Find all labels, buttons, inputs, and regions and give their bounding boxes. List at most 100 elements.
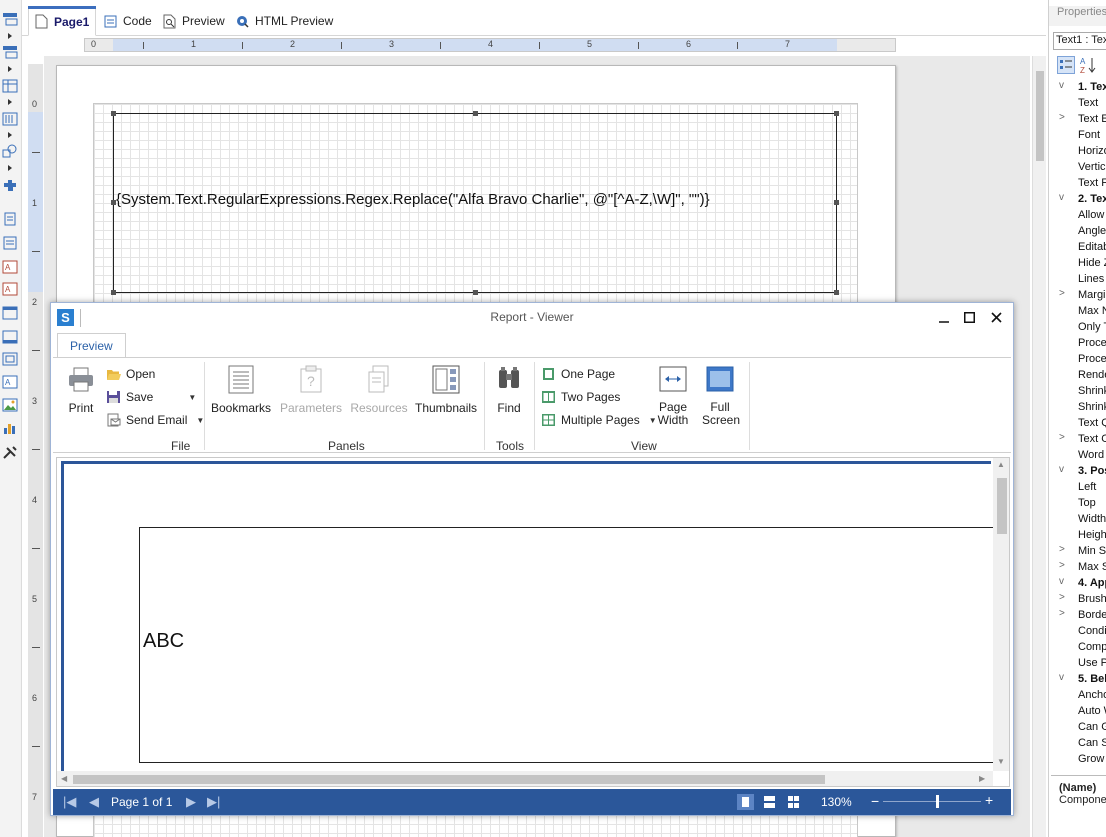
expand-icon[interactable]: > [1059, 432, 1065, 443]
component-selector[interactable]: Text1 : Text [1053, 32, 1106, 50]
text-box-icon[interactable]: A [2, 375, 18, 389]
collapse-icon[interactable]: v [1059, 576, 1064, 587]
panel-icon[interactable] [2, 306, 18, 320]
scroll-left-icon[interactable]: ◀ [61, 774, 67, 783]
cross-band-icon[interactable] [2, 45, 18, 59]
find-button[interactable]: Find [491, 364, 527, 415]
send-email-button[interactable]: Send Email ▼ [106, 411, 204, 429]
first-page-icon[interactable]: |◀ [63, 794, 76, 810]
preview-vertical-scrollbar[interactable]: ▲ ▼ [993, 458, 1009, 771]
resources-button[interactable]: Resources [349, 364, 409, 415]
page-width-button[interactable]: Page Width [655, 364, 691, 427]
maximize-button[interactable] [958, 307, 980, 329]
scrollbar-thumb[interactable] [997, 478, 1007, 534]
property-label: Component Style [1078, 641, 1106, 653]
designer-vertical-scrollbar[interactable] [1032, 56, 1046, 837]
expand-arrow-icon[interactable] [8, 99, 12, 105]
property-label: Left [1078, 481, 1097, 493]
minimize-button[interactable] [933, 307, 955, 329]
expand-icon[interactable]: > [1059, 592, 1065, 603]
subreport-icon[interactable] [2, 352, 18, 366]
zoom-slider[interactable] [883, 801, 981, 802]
resize-handle[interactable] [111, 290, 116, 295]
collapse-icon[interactable]: v [1059, 464, 1064, 475]
preview-horizontal-scrollbar[interactable]: ◀ ▶ [57, 771, 993, 786]
collapse-icon[interactable]: v [1059, 80, 1064, 91]
print-button[interactable]: Print [63, 364, 99, 415]
categorized-icon[interactable] [1057, 56, 1075, 74]
multiple-pages-button[interactable]: Multiple Pages ▼ [541, 411, 657, 429]
scrollbar-thumb[interactable] [1036, 71, 1044, 161]
expand-icon[interactable]: > [1059, 288, 1065, 299]
tab-page1[interactable]: Page1 [28, 6, 97, 36]
page-width-icon [659, 366, 687, 392]
expand-arrow-icon[interactable] [8, 33, 12, 39]
scroll-down-icon[interactable]: ▼ [997, 757, 1005, 766]
barcode-icon[interactable] [2, 112, 18, 126]
property-label: Max Number [1078, 305, 1106, 317]
zoom-in-icon[interactable]: + [985, 792, 993, 808]
continuous-view-icon[interactable] [761, 794, 778, 810]
expand-icon[interactable]: > [1059, 112, 1065, 123]
resize-handle[interactable] [473, 111, 478, 116]
resources-label: Resources [350, 401, 408, 415]
last-page-icon[interactable]: ▶| [207, 794, 220, 810]
vertical-ruler: 0 1 2 3 4 5 6 7 [28, 64, 43, 837]
expand-icon[interactable]: > [1059, 608, 1065, 619]
thumbnails-button[interactable]: Thumbnails [415, 364, 477, 415]
next-page-icon[interactable]: ▶ [186, 794, 196, 810]
collapse-icon[interactable]: v [1059, 192, 1064, 203]
expand-icon[interactable]: > [1059, 560, 1065, 571]
expand-arrow-icon[interactable] [8, 165, 12, 171]
container-icon[interactable] [2, 330, 18, 344]
scroll-right-icon[interactable]: ▶ [979, 774, 985, 783]
parameters-button[interactable]: ? Parameters [279, 364, 343, 415]
image-icon[interactable] [2, 398, 18, 412]
resize-handle[interactable] [834, 290, 839, 295]
collapse-icon[interactable]: v [1059, 672, 1064, 683]
single-page-view-icon[interactable] [737, 794, 754, 810]
full-screen-button[interactable]: Full Screen [702, 364, 740, 427]
expand-arrow-icon[interactable] [8, 132, 12, 138]
property-label: Angle [1078, 225, 1106, 237]
tab-html-preview[interactable]: HTML Preview [236, 10, 333, 32]
chart-icon[interactable] [2, 421, 18, 435]
save-dropdown-icon[interactable]: ▼ [188, 393, 196, 402]
text-icon[interactable]: A [2, 260, 18, 274]
tab-preview[interactable]: Preview [163, 10, 225, 32]
bookmarks-button[interactable]: Bookmarks [211, 364, 271, 415]
resize-handle[interactable] [834, 200, 839, 205]
tools-icon[interactable] [2, 446, 18, 460]
sort-alphabetical-icon[interactable]: AZ [1079, 56, 1097, 74]
ribbon-tab-preview[interactable]: Preview [57, 333, 126, 358]
resize-handle[interactable] [111, 111, 116, 116]
one-page-button[interactable]: One Page [541, 365, 615, 383]
band-icon[interactable] [2, 12, 18, 26]
resize-handle[interactable] [473, 290, 478, 295]
expand-icon[interactable]: > [1059, 544, 1065, 555]
preview-text: ABC [143, 630, 185, 652]
multiple-pages-view-icon[interactable] [785, 794, 802, 810]
open-label: Open [126, 367, 156, 381]
expand-arrow-icon[interactable] [8, 66, 12, 72]
page-icon[interactable] [2, 212, 18, 226]
resize-handle[interactable] [834, 111, 839, 116]
tab-code[interactable]: Code [104, 10, 152, 32]
component-icon[interactable] [2, 178, 18, 192]
save-button[interactable]: Save ▼ [106, 388, 196, 406]
zoom-out-icon[interactable]: − [871, 793, 879, 809]
list-icon[interactable] [2, 236, 18, 250]
table-icon[interactable] [2, 79, 18, 93]
report-preview-area[interactable]: ABC ▲ ▼ ◀ ▶ [56, 457, 1010, 787]
scroll-up-icon[interactable]: ▲ [997, 460, 1005, 469]
ruler-label: 3 [32, 396, 38, 406]
scrollbar-thumb[interactable] [73, 775, 825, 784]
open-button[interactable]: Open [106, 365, 155, 383]
zoom-slider-thumb[interactable] [936, 795, 939, 808]
previous-page-icon[interactable]: ◀ [89, 794, 99, 810]
property-label: Border [1078, 609, 1106, 621]
rich-text-icon[interactable]: A [2, 282, 18, 296]
two-pages-button[interactable]: Two Pages [541, 388, 620, 406]
close-button[interactable] [985, 307, 1007, 329]
shapes-icon[interactable] [2, 144, 18, 158]
